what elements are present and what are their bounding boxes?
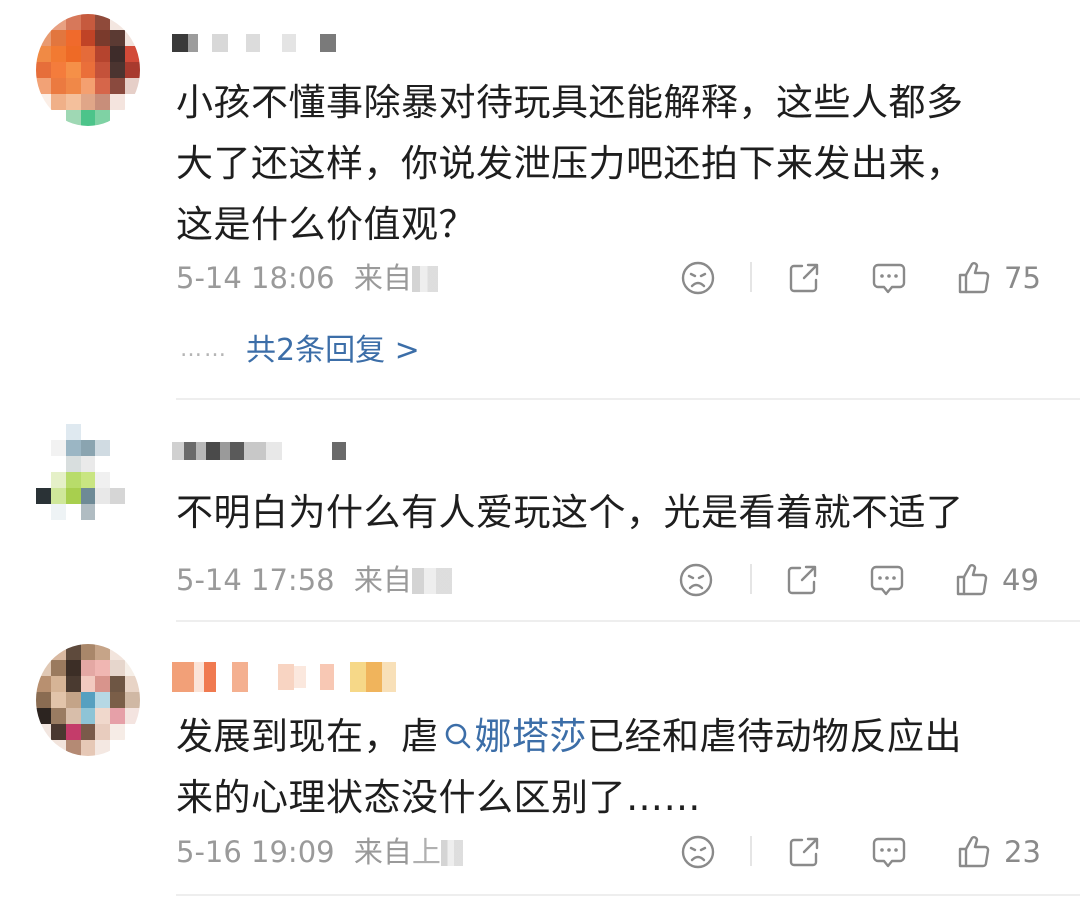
share-icon[interactable]: [786, 832, 822, 872]
like-button[interactable]: 49: [954, 560, 1039, 600]
source-label: 来自: [353, 835, 412, 869]
topic-link[interactable]: 娜塔莎: [475, 715, 588, 758]
timestamp: 5-16 19:09: [176, 835, 335, 869]
source-blur: [440, 840, 463, 866]
comment-text-line: 大了还这样，你说发泄压力吧还拍下来发出来，: [176, 142, 964, 185]
comment-meta: 5-14 18:06 来自: [176, 258, 438, 298]
thumbs-up-icon: [958, 836, 990, 868]
comment-icon[interactable]: [870, 258, 908, 298]
source-partial: 上: [411, 835, 441, 869]
replies-label: 共2条回复 >: [246, 333, 420, 368]
comment-text-line: 来的心理状态没什么区别了……: [176, 776, 701, 819]
comment-text-line: 这是什么价值观？: [176, 203, 476, 246]
timestamp: 5-14 17:58: [176, 563, 335, 597]
like-count: 23: [1004, 835, 1041, 869]
source-blur: [411, 568, 452, 594]
comment-item: 不明白为什么有人爱玩这个，光是看着就不适了 5-14 17:58 来自 49: [0, 400, 1080, 622]
like-count: 49: [1002, 563, 1039, 597]
thumbs-up-icon: [958, 262, 990, 294]
comment-list: 小孩不懂事除暴对待玩具还能解释，这些人都多 大了还这样，你说发泄压力吧还拍下来发…: [0, 0, 1080, 905]
username[interactable]: [172, 660, 396, 694]
avatar[interactable]: [36, 424, 140, 536]
username[interactable]: [172, 440, 346, 462]
comment-text-segment: 发展到现在，虐: [176, 715, 439, 758]
comment-text: 发展到现在，虐 娜塔莎已经和虐待动物反应出 来的心理状态没什么区别了……: [176, 706, 1056, 828]
source-blur: [411, 266, 438, 292]
timestamp: 5-14 18:06: [176, 261, 335, 295]
like-count: 75: [1004, 261, 1041, 295]
thumbs-up-icon: [956, 564, 988, 596]
comment-text-line: 发展到现在，虐 娜塔莎已经和虐待动物反应出: [176, 706, 1056, 767]
comment-meta: 5-16 19:09 来自上: [176, 832, 463, 872]
source-label: 来自: [353, 261, 412, 295]
like-button[interactable]: 23: [956, 832, 1041, 872]
replies-dots: ……: [180, 337, 228, 362]
sad-face-icon[interactable]: [680, 258, 716, 298]
search-icon: [445, 723, 470, 749]
comment-item: 小孩不懂事除暴对待玩具还能解释，这些人都多 大了还这样，你说发泄压力吧还拍下来发…: [0, 0, 1080, 400]
comment-text-segment: 已经和虐待动物反应出: [587, 715, 962, 758]
replies-link[interactable]: …… 共2条回复 >: [180, 330, 420, 370]
avatar[interactable]: [36, 14, 140, 126]
sad-face-icon[interactable]: [678, 560, 714, 600]
share-icon[interactable]: [784, 560, 820, 600]
comment-text-line: 小孩不懂事除暴对待玩具还能解释，这些人都多: [176, 81, 964, 124]
comment-text: 小孩不懂事除暴对待玩具还能解释，这些人都多 大了还这样，你说发泄压力吧还拍下来发…: [176, 72, 1056, 255]
comment-meta: 5-14 17:58 来自: [176, 560, 452, 600]
username[interactable]: [172, 32, 336, 54]
sad-face-icon[interactable]: [680, 832, 716, 872]
comment-actions: 49: [676, 560, 1056, 600]
comment-icon[interactable]: [868, 560, 906, 600]
like-button[interactable]: 75: [956, 258, 1041, 298]
comment-actions: 23: [676, 832, 1056, 872]
divider: [750, 836, 752, 866]
comment-text-line: 不明白为什么有人爱玩这个，光是看着就不适了: [176, 491, 964, 534]
comment-item: 发展到现在，虐 娜塔莎已经和虐待动物反应出 来的心理状态没什么区别了…… 5-16…: [0, 622, 1080, 905]
share-icon[interactable]: [786, 258, 822, 298]
source-label: 来自: [353, 563, 412, 597]
comment-actions: 75: [676, 258, 1056, 298]
comment-icon[interactable]: [870, 832, 908, 872]
divider: [750, 262, 752, 292]
comment-text: 不明白为什么有人爱玩这个，光是看着就不适了: [176, 482, 1056, 543]
separator: [176, 894, 1080, 896]
divider: [750, 564, 752, 594]
avatar[interactable]: [36, 644, 140, 756]
